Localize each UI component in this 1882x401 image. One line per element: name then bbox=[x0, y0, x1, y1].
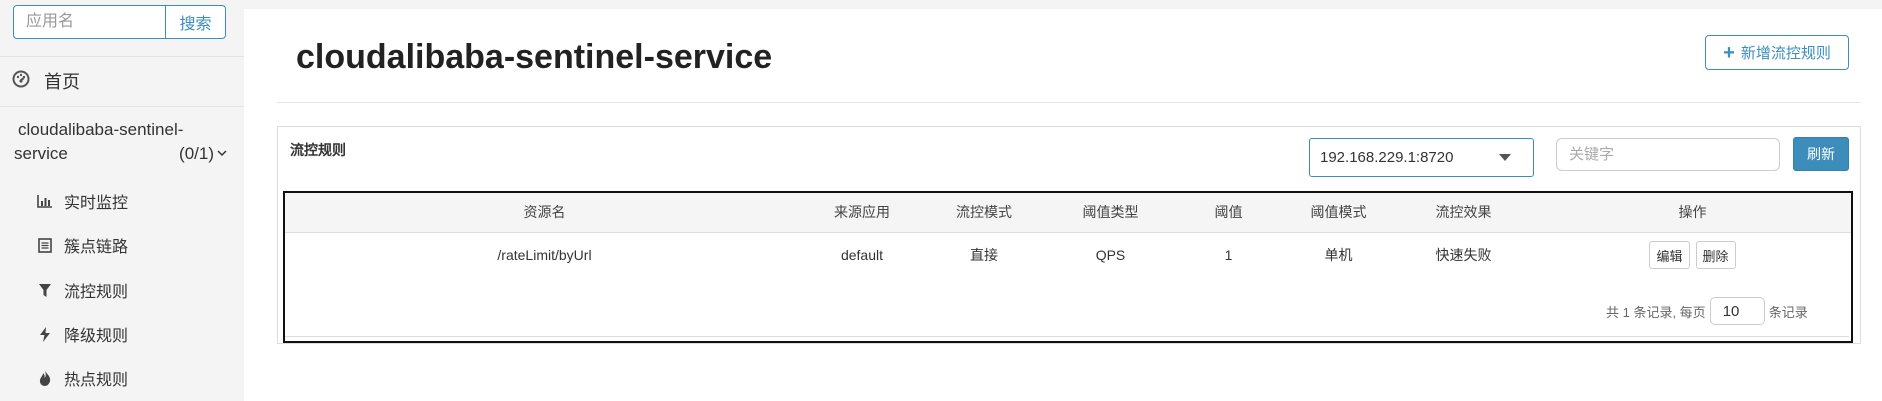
app-search: 搜索 bbox=[13, 5, 226, 39]
sidebar-divider bbox=[0, 56, 244, 57]
sidebar-item-label: 簇点链路 bbox=[64, 239, 129, 256]
sidebar-item-label: 降级规则 bbox=[64, 328, 129, 345]
machine-count: (0/1) bbox=[179, 144, 214, 163]
keyword-input[interactable] bbox=[1556, 138, 1780, 171]
sidebar-item-flow-rules[interactable]: 流控规则 bbox=[36, 278, 128, 302]
sidebar-item-label: 首页 bbox=[44, 72, 80, 92]
add-flow-rule-label: 新增流控规则 bbox=[1740, 45, 1831, 62]
caret-down-icon bbox=[1499, 154, 1511, 161]
sidebar-item-label: 流控规则 bbox=[64, 284, 129, 301]
machine-select[interactable]: 192.168.229.1:8720 bbox=[1309, 138, 1534, 177]
bar-chart-icon bbox=[36, 194, 54, 208]
plus-icon: + bbox=[1723, 41, 1735, 64]
machine-select-value: 192.168.229.1:8720 bbox=[1320, 149, 1454, 166]
chevron-down-icon bbox=[216, 142, 228, 166]
app-name: cloudalibaba-sentinel- bbox=[18, 120, 184, 139]
dashboard-icon bbox=[12, 70, 30, 93]
filter-icon bbox=[36, 283, 54, 298]
app-root: 搜索 首页 cloudalibaba-sentinel- service (0/… bbox=[0, 0, 1882, 401]
add-flow-rule-button[interactable]: + 新增流控规则 bbox=[1705, 35, 1849, 70]
sidebar-item-hotspot-rules[interactable]: 热点规则 bbox=[36, 366, 128, 390]
app-search-input[interactable] bbox=[13, 5, 165, 39]
fire-icon bbox=[36, 370, 54, 386]
page-title: cloudalibaba-sentinel-service bbox=[296, 38, 773, 76]
app-name-continued: service bbox=[14, 144, 68, 163]
title-divider bbox=[277, 102, 1861, 103]
sidebar-item-realtime-monitor[interactable]: 实时监控 bbox=[36, 189, 128, 213]
sidebar: 搜索 首页 cloudalibaba-sentinel- service (0/… bbox=[0, 0, 244, 401]
sidebar-app-entry[interactable]: cloudalibaba-sentinel- service (0/1) bbox=[14, 118, 228, 166]
highlight-frame bbox=[283, 191, 1853, 343]
sidebar-item-label: 热点规则 bbox=[64, 372, 129, 389]
sidebar-item-home[interactable]: 首页 bbox=[12, 68, 80, 94]
sidebar-divider bbox=[0, 106, 244, 107]
sidebar-item-label: 实时监控 bbox=[64, 195, 129, 212]
refresh-button[interactable]: 刷新 bbox=[1793, 137, 1849, 171]
sidebar-item-degrade-rules[interactable]: 降级规则 bbox=[36, 322, 128, 346]
panel-title: 流控规则 bbox=[290, 142, 346, 158]
bolt-icon bbox=[36, 326, 54, 342]
top-band bbox=[244, 0, 1882, 9]
search-button[interactable]: 搜索 bbox=[165, 5, 226, 39]
sidebar-item-cluster-link[interactable]: 簇点链路 bbox=[36, 233, 128, 257]
list-icon bbox=[36, 237, 54, 253]
